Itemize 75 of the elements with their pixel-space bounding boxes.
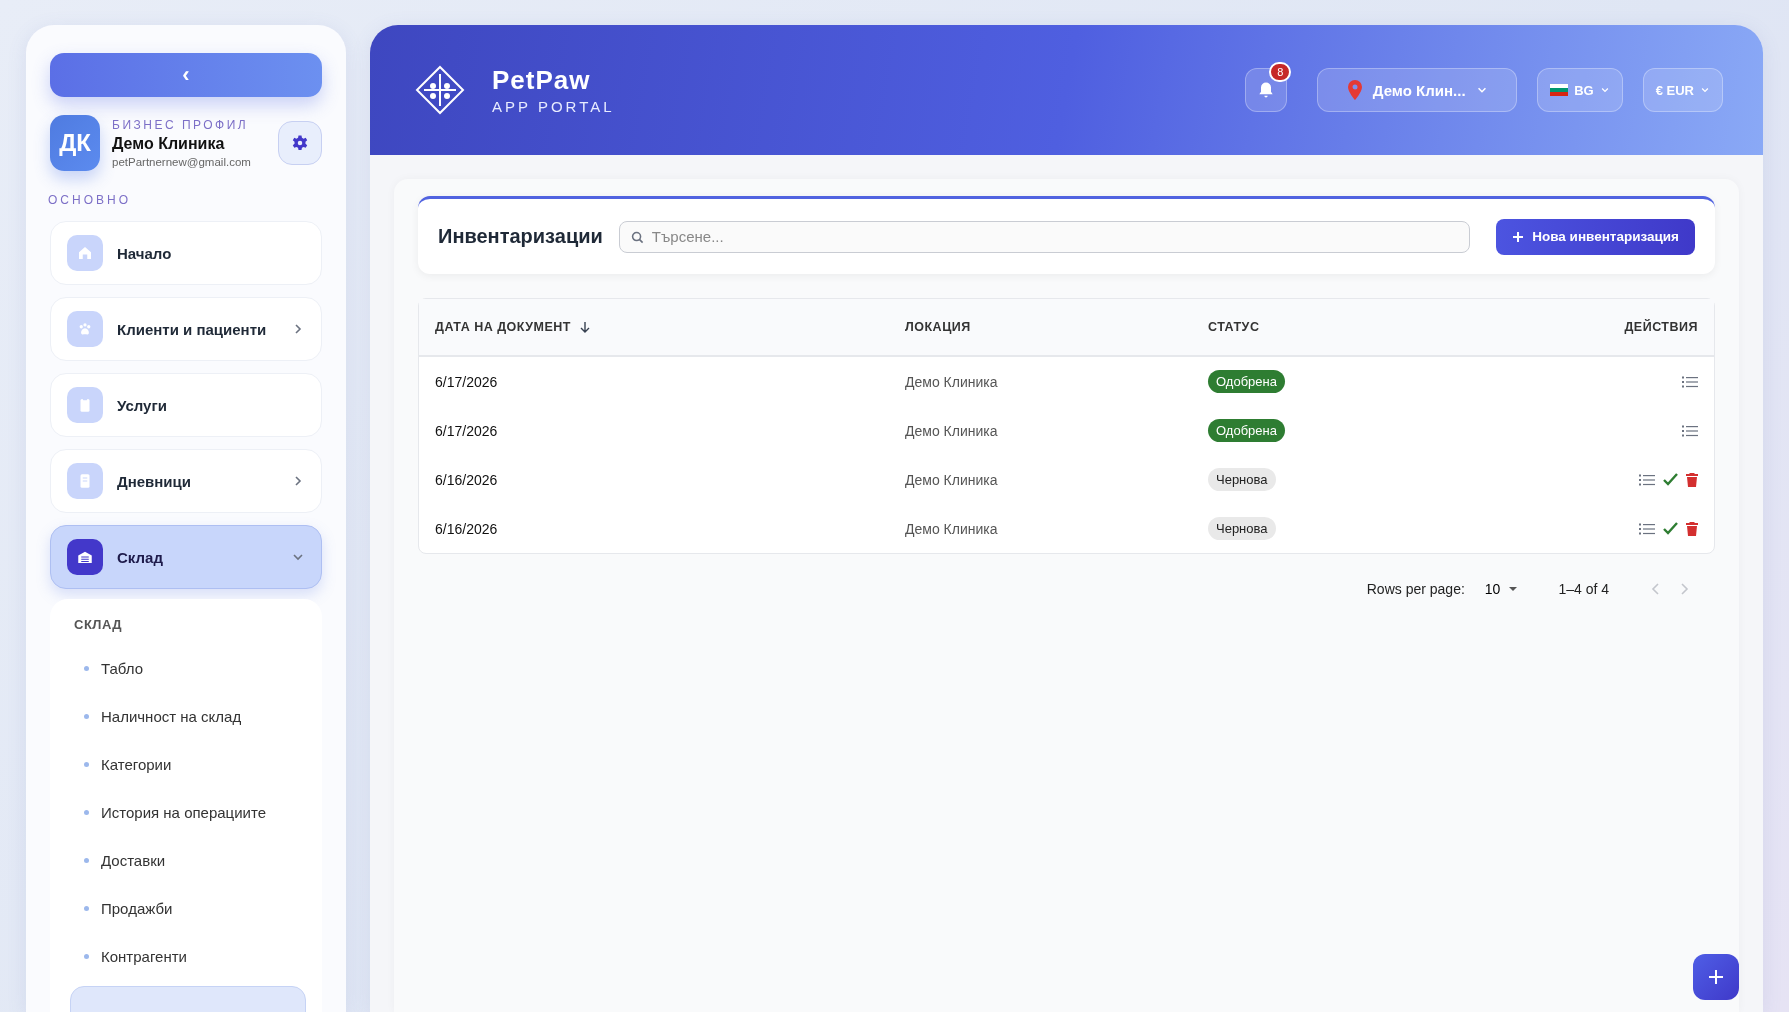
location-cell: Демо Клиника	[905, 471, 998, 488]
trash-icon[interactable]	[1686, 472, 1698, 487]
profile-label: БИЗНЕС ПРОФИЛ	[112, 118, 250, 132]
nav-icon	[67, 311, 103, 347]
plus-icon	[1512, 230, 1525, 243]
page-title: Инвентаризации	[438, 225, 603, 248]
nav-item[interactable]: Дневници	[50, 449, 322, 513]
location-cell: Демо Клиника	[905, 422, 998, 439]
column-header[interactable]: ДАТА НА ДОКУМЕНТ	[435, 320, 571, 334]
search-icon	[630, 230, 644, 244]
location-cell: Демо Клиника	[905, 520, 998, 537]
chevron-down-icon	[1700, 85, 1710, 95]
settings-icon	[291, 134, 309, 152]
date-cell: 6/17/2026	[435, 373, 498, 390]
submenu-item[interactable]: История на операциите	[74, 788, 304, 836]
collapse-button[interactable]: ‹	[50, 53, 322, 97]
caret-icon	[1508, 586, 1519, 592]
nav-label: Услуги	[117, 396, 168, 414]
search-field[interactable]: Търсене...	[618, 220, 1471, 253]
column-header: ЛОКАЦИЯ	[905, 320, 971, 334]
list-icon[interactable]	[1639, 521, 1655, 536]
nav-label: Начало	[117, 244, 173, 262]
map-pin-icon	[1346, 80, 1363, 100]
flag-icon	[1550, 84, 1569, 96]
new-inventory-button[interactable]: Нова инвентаризация	[1496, 218, 1695, 255]
brand-name: PetPaw	[492, 65, 592, 96]
profile-email: petPartnernew@gmail.com	[112, 156, 252, 168]
status-badge: Одобрена	[1208, 370, 1285, 393]
avatar: ДК	[50, 115, 100, 171]
nav-label: Склад	[117, 548, 164, 566]
nav-icon	[67, 463, 103, 499]
submenu-item[interactable]: Продажби	[74, 884, 304, 932]
submenu-item[interactable]: Наличност на склад	[74, 692, 304, 740]
list-icon[interactable]	[1682, 374, 1698, 389]
column-header: СТАТУС	[1208, 320, 1260, 334]
list-icon[interactable]	[1639, 472, 1655, 487]
nav-label: Дневници	[117, 472, 193, 490]
column-header: ДЕЙСТВИЯ	[1624, 320, 1698, 334]
checkmark-icon[interactable]	[1663, 473, 1678, 486]
submenu-title: СКЛАД	[74, 617, 124, 632]
trash-icon[interactable]	[1686, 521, 1698, 536]
profile-name: Демо Клиника	[112, 135, 226, 153]
section-label: ОСНОВНО	[48, 193, 132, 207]
nav-icon	[67, 387, 103, 423]
date-cell: 6/16/2026	[435, 471, 498, 488]
rows-per-page-select[interactable]: 10	[1478, 580, 1525, 598]
nav-icon	[67, 539, 103, 575]
nav-item[interactable]: Услуги	[50, 373, 322, 437]
nav-label: Клиенти и пациенти	[117, 320, 268, 338]
page-range: 1–4 of 4	[1558, 581, 1609, 597]
chevron-down-icon	[1599, 85, 1610, 95]
settings-button[interactable]	[278, 121, 322, 165]
status-badge: Одобрена	[1208, 419, 1285, 442]
submenu-item[interactable]: Контрагенти	[74, 932, 304, 980]
brand-subtitle: APP PORTAL	[492, 98, 615, 115]
submenu-item[interactable]: Табло	[74, 644, 304, 692]
rows-per-page-label: Rows per page:	[1366, 581, 1465, 597]
checkmark-icon[interactable]	[1663, 522, 1678, 535]
date-cell: 6/17/2026	[435, 422, 498, 439]
status-badge: Чернова	[1208, 468, 1276, 491]
nav-item[interactable]: Склад	[50, 525, 322, 589]
status-badge: Чернова	[1208, 517, 1276, 540]
plus-icon	[1707, 968, 1725, 986]
notification-badge: 8	[1269, 62, 1292, 82]
location-cell: Демо Клиника	[905, 373, 998, 390]
logo-icon	[414, 64, 466, 116]
list-icon[interactable]	[1682, 423, 1698, 438]
add-button[interactable]	[1693, 954, 1739, 1000]
arrow-down-icon[interactable]	[578, 321, 591, 333]
nav-icon	[67, 235, 103, 271]
submenu-item[interactable]: Категории	[74, 740, 304, 788]
nav-item[interactable]: Клиенти и пациенти	[50, 297, 322, 361]
nav-item[interactable]: Начало	[50, 221, 322, 285]
date-cell: 6/16/2026	[435, 520, 498, 537]
submenu-item[interactable]: Доставки	[74, 836, 304, 884]
